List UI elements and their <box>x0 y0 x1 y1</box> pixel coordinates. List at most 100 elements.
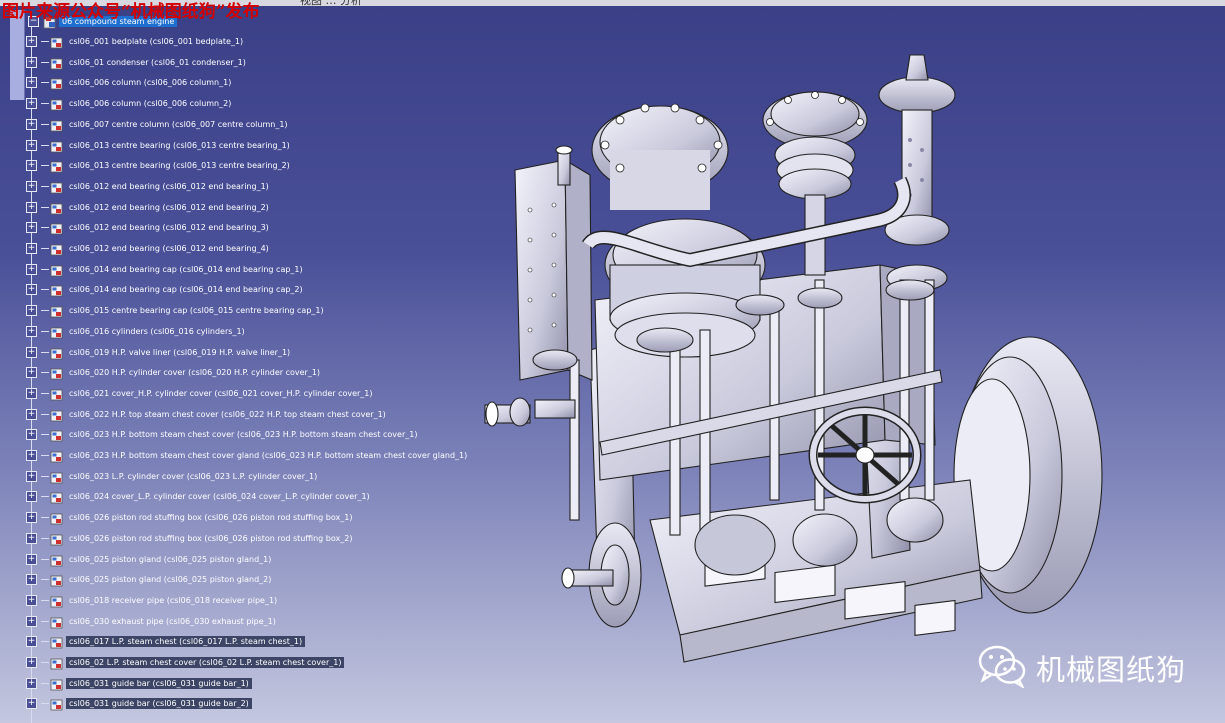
tree-item[interactable]: + csl06_024 cover_L.P. cylinder cover (cs… <box>26 487 373 506</box>
tree-branch-line <box>41 662 49 663</box>
part-icon <box>50 656 64 670</box>
tree-branch-line <box>41 434 49 435</box>
tree-item-label: csl06_02 L.P. steam chest cover (csl06_0… <box>66 657 345 668</box>
expand-icon[interactable]: + <box>26 98 37 109</box>
tree-item[interactable]: + csl06_023 H.P. bottom steam chest cover… <box>26 446 470 465</box>
expand-icon[interactable]: + <box>26 554 37 565</box>
expand-icon[interactable]: + <box>26 512 37 523</box>
tree-item-label: csl06_018 receiver pipe (csl06_018 recei… <box>69 596 278 605</box>
tree-item[interactable]: + csl06_031 guide bar (csl06_031 guide ba… <box>26 694 252 713</box>
menu-fragment[interactable]: 视图 … 分析 <box>300 0 362 8</box>
expand-icon[interactable]: + <box>26 388 37 399</box>
tree-item[interactable]: + csl06_026 piston rod stuffing box (csl0… <box>26 508 355 527</box>
tree-branch-line <box>41 103 49 104</box>
tree-item[interactable]: + csl06_023 L.P. cylinder cover (csl06_02… <box>26 467 320 486</box>
tree-branch-line <box>41 331 49 332</box>
expand-icon[interactable]: + <box>26 678 37 689</box>
expand-icon[interactable]: + <box>26 429 37 440</box>
expand-icon[interactable]: + <box>26 698 37 709</box>
expand-icon[interactable]: + <box>26 284 37 295</box>
tree-item[interactable]: + csl06_019 H.P. valve liner (csl06_019 H… <box>26 343 293 362</box>
tree-item[interactable]: + csl06_025 piston gland (csl06_025 pisto… <box>26 550 274 569</box>
expand-icon[interactable]: + <box>26 409 37 420</box>
expand-icon[interactable]: + <box>26 243 37 254</box>
expand-icon[interactable]: + <box>26 160 37 171</box>
expand-icon[interactable]: + <box>26 347 37 358</box>
tree-item-label: csl06_012 end bearing (csl06_012 end bea… <box>69 203 269 212</box>
expand-icon[interactable]: + <box>26 202 37 213</box>
expand-icon[interactable]: + <box>26 305 37 316</box>
part-icon <box>50 573 64 587</box>
expand-icon[interactable]: + <box>26 471 37 482</box>
part-icon <box>50 428 64 442</box>
expand-icon[interactable]: + <box>26 222 37 233</box>
tree-item-label: csl06_019 H.P. valve liner (csl06_019 H.… <box>69 348 291 357</box>
tree-item[interactable]: + csl06_007 centre column (csl06_007 cent… <box>26 115 291 134</box>
tree-item-label: csl06_014 end bearing cap (csl06_014 end… <box>69 265 303 274</box>
tree-item-label: csl06_025 piston gland (csl06_025 piston… <box>69 575 272 584</box>
expand-icon[interactable]: + <box>26 616 37 627</box>
part-icon <box>50 201 64 215</box>
tree-branch-line <box>41 559 49 560</box>
tree-item[interactable]: + csl06_025 piston gland (csl06_025 pisto… <box>26 570 274 589</box>
tree-item-label: csl06_023 H.P. bottom steam chest cover … <box>69 451 468 460</box>
part-icon <box>50 511 64 525</box>
tree-branch-line <box>41 145 49 146</box>
expand-icon[interactable]: + <box>26 636 37 647</box>
tree-item[interactable]: + csl06_022 H.P. top steam chest cover (c… <box>26 405 389 424</box>
tree-scroll-spine[interactable] <box>10 10 25 100</box>
expand-icon[interactable]: + <box>26 491 37 502</box>
tree-item[interactable]: + csl06_012 end bearing (csl06_012 end be… <box>26 177 272 196</box>
tree-item[interactable]: + csl06_012 end bearing (csl06_012 end be… <box>26 198 272 217</box>
expand-icon[interactable]: + <box>26 367 37 378</box>
expand-icon[interactable]: + <box>26 657 37 668</box>
tree-item-label: csl06_026 piston rod stuffing box (csl06… <box>69 534 353 543</box>
expand-icon[interactable]: + <box>26 140 37 151</box>
expand-icon[interactable]: + <box>26 595 37 606</box>
tree-item[interactable]: + csl06_014 end bearing cap (csl06_014 en… <box>26 280 306 299</box>
part-icon <box>50 263 64 277</box>
tree-item[interactable]: + csl06_001 bedplate (csl06_001 bedplate_… <box>26 32 246 51</box>
tree-item[interactable]: + csl06_013 centre bearing (csl06_013 cen… <box>26 156 293 175</box>
expand-icon[interactable]: + <box>26 119 37 130</box>
tree-item[interactable]: + csl06_006 column (csl06_006 column_1) <box>26 73 234 92</box>
part-icon <box>50 449 64 463</box>
tree-item[interactable]: + csl06_021 cover_H.P. cylinder cover (cs… <box>26 384 376 403</box>
tree-item-label: csl06_001 bedplate (csl06_001 bedplate_1… <box>69 37 244 46</box>
tree-item[interactable]: + csl06_031 guide bar (csl06_031 guide ba… <box>26 674 252 693</box>
part-icon <box>50 346 64 360</box>
tree-item[interactable]: + csl06_026 piston rod stuffing box (csl0… <box>26 529 355 548</box>
tree-item-label: csl06_012 end bearing (csl06_012 end bea… <box>69 182 269 191</box>
tree-item[interactable]: + csl06_015 centre bearing cap (csl06_015… <box>26 301 327 320</box>
tree-item[interactable]: + csl06_016 cylinders (csl06_016 cylinder… <box>26 322 248 341</box>
tree-item[interactable]: + csl06_017 L.P. steam chest (csl06_017 L… <box>26 632 306 651</box>
tree-item[interactable]: + csl06_01 condenser (csl06_01 condenser_… <box>26 53 249 72</box>
expand-icon[interactable]: + <box>26 181 37 192</box>
tree-item[interactable]: + csl06_013 centre bearing (csl06_013 cen… <box>26 136 293 155</box>
tree-branch-line <box>41 82 49 83</box>
tree-item-label: csl06_030 exhaust pipe (csl06_030 exhaus… <box>69 617 276 626</box>
expand-icon[interactable]: + <box>26 450 37 461</box>
wechat-icon <box>978 644 1028 692</box>
tree-item-label: csl06_007 centre column (csl06_007 centr… <box>69 120 288 129</box>
tree-item[interactable]: + csl06_02 L.P. steam chest cover (csl06_… <box>26 653 345 672</box>
expand-icon[interactable]: + <box>26 326 37 337</box>
part-icon <box>50 697 64 711</box>
tree-item[interactable]: + csl06_020 H.P. cylinder cover (csl06_02… <box>26 363 323 382</box>
expand-icon[interactable]: + <box>26 264 37 275</box>
expand-icon[interactable]: + <box>26 77 37 88</box>
tree-item[interactable]: + csl06_014 end bearing cap (csl06_014 en… <box>26 260 306 279</box>
expand-icon[interactable]: + <box>26 574 37 585</box>
expand-icon[interactable]: + <box>26 57 37 68</box>
tree-item[interactable]: + csl06_006 column (csl06_006 column_2) <box>26 94 234 113</box>
tree-item[interactable]: + csl06_030 exhaust pipe (csl06_030 exhau… <box>26 612 279 631</box>
expand-icon[interactable]: + <box>26 533 37 544</box>
tree-item[interactable]: + csl06_012 end bearing (csl06_012 end be… <box>26 239 272 258</box>
tree-item[interactable]: + csl06_012 end bearing (csl06_012 end be… <box>26 218 272 237</box>
tree-item[interactable]: + csl06_018 receiver pipe (csl06_018 rece… <box>26 591 280 610</box>
part-icon <box>50 490 64 504</box>
expand-icon[interactable]: + <box>26 36 37 47</box>
tree-item[interactable]: + csl06_023 H.P. bottom steam chest cover… <box>26 425 420 444</box>
steam-engine-model[interactable] <box>470 50 1110 670</box>
part-icon <box>50 118 64 132</box>
